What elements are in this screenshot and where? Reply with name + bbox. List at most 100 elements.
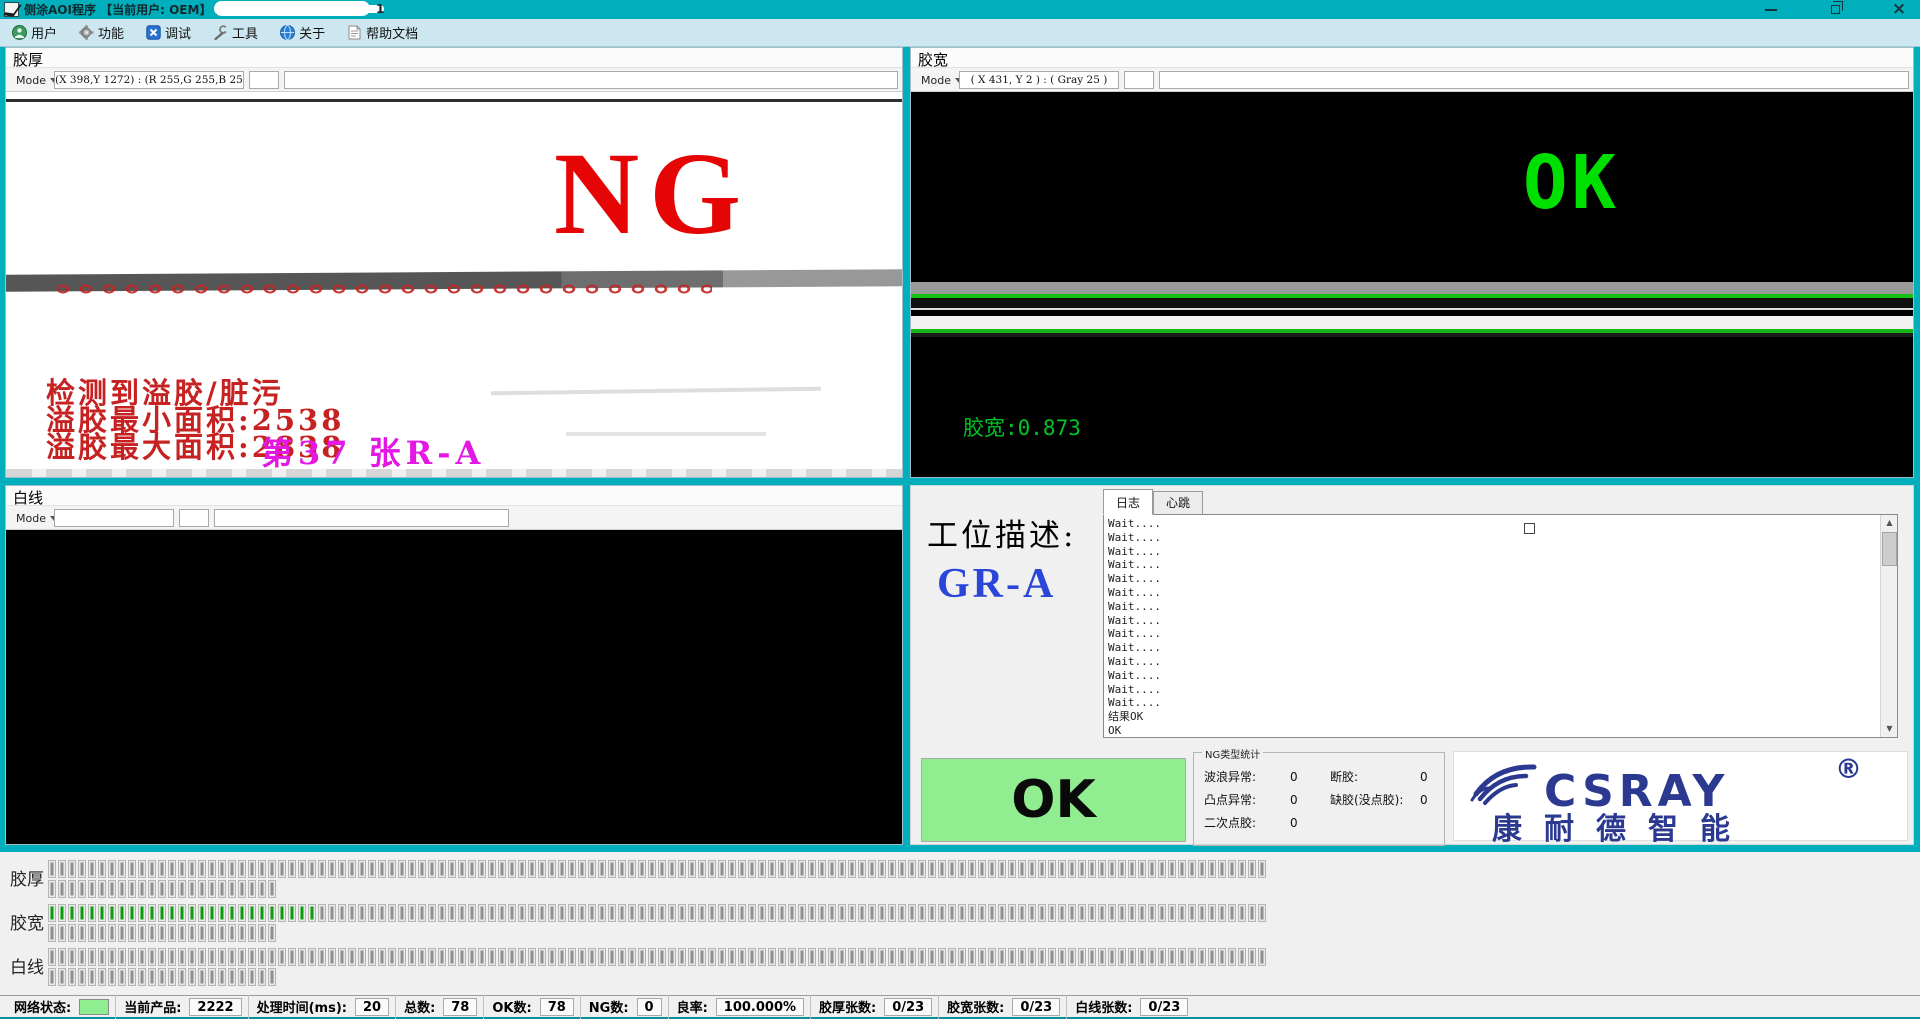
indicator-cell <box>178 860 186 878</box>
indicator-cell <box>358 904 366 922</box>
menu-item-5[interactable]: 关于 <box>276 21 329 44</box>
pixel-coordinate-field: (X 398,Y 1272) : (R 255,G 255,B 255) <box>54 71 244 89</box>
indicator-cell <box>268 860 276 878</box>
status-value: 78 <box>540 998 574 1016</box>
menu-item-4[interactable]: 工具 <box>209 21 262 44</box>
indicator-cell <box>998 948 1006 966</box>
small-field <box>179 509 209 527</box>
tab-log[interactable]: 日志 <box>1103 489 1153 515</box>
status-value: 20 <box>355 998 389 1016</box>
indicator-cell <box>668 904 676 922</box>
indicator-cell <box>58 948 66 966</box>
indicator-cell <box>478 948 486 966</box>
indicator-cell <box>48 904 56 922</box>
debug-icon <box>146 25 161 40</box>
panel-toolbar: Mode (X 398,Y 1272) : (R 255,G 255,B 255… <box>6 68 902 92</box>
indicator-cell <box>218 924 226 942</box>
log-line: Wait.... <box>1108 600 1877 614</box>
indicator-cell <box>908 860 916 878</box>
restore-button[interactable] <box>1820 0 1850 19</box>
ng-stat-label: 波浪异常: <box>1204 768 1290 785</box>
indicator-cell <box>608 860 616 878</box>
indicator-cell <box>1208 860 1216 878</box>
indicator-cell <box>928 948 936 966</box>
indicator-cell <box>1118 948 1126 966</box>
close-button[interactable]: × <box>1884 0 1914 19</box>
indicator-cell <box>648 904 656 922</box>
indicator-cell <box>1208 904 1216 922</box>
indicator-cell <box>238 968 246 986</box>
indicator-cell <box>1168 860 1176 878</box>
minimize-button[interactable] <box>1756 0 1786 19</box>
log-checkbox[interactable] <box>1524 523 1535 534</box>
indicator-cell <box>1188 860 1196 878</box>
indicator-cell <box>1248 904 1256 922</box>
log-scrollbar[interactable]: ▲ ▼ <box>1880 515 1897 737</box>
white-line-image[interactable] <box>6 530 902 844</box>
indicator-cell <box>1038 948 1046 966</box>
indicator-cell <box>148 860 156 878</box>
status-item: 胶宽张数:0/23 <box>938 995 1066 1019</box>
indicator-cell <box>638 860 646 878</box>
indicator-cell <box>268 948 276 966</box>
ng-stat-label: 断胶: <box>1316 768 1420 785</box>
menu-item-2[interactable]: 功能 <box>75 21 128 44</box>
indicator-cell <box>1118 860 1126 878</box>
indicator-cell <box>138 880 146 898</box>
tab-heartbeat[interactable]: 心跳 <box>1153 491 1203 515</box>
indicator-cell <box>1058 904 1066 922</box>
indicator-cell <box>308 904 316 922</box>
indicator-cell <box>518 904 526 922</box>
indicator-cell <box>268 880 276 898</box>
indicator-cell <box>728 860 736 878</box>
indicator-cell <box>158 968 166 986</box>
indicator-cell <box>1038 904 1046 922</box>
status-item: 白线张数:0/23 <box>1066 995 1194 1019</box>
indicator-cell <box>58 904 66 922</box>
indicator-cell <box>408 860 416 878</box>
indicator-cell <box>738 904 746 922</box>
indicator-cell <box>1068 948 1076 966</box>
indicator-cell <box>248 860 256 878</box>
log-line: Wait.... <box>1108 641 1877 655</box>
scrollbar-thumb[interactable] <box>1882 532 1897 566</box>
indicator-cell <box>388 860 396 878</box>
indicator-cell <box>1188 904 1196 922</box>
indicator-cell <box>348 948 356 966</box>
menu-item-3[interactable]: 调试 <box>142 21 195 44</box>
indicator-cell <box>288 904 296 922</box>
menu-item-6[interactable]: 帮助文档 <box>343 21 422 44</box>
menu-item-1[interactable]: 用户 <box>8 21 61 44</box>
indicator-cell <box>1178 904 1186 922</box>
indicator-cell <box>498 860 506 878</box>
glue-width-image[interactable]: OK 胶宽:0.873 <box>911 92 1913 477</box>
indicator-cell <box>58 860 66 878</box>
indicator-cell <box>708 904 716 922</box>
indicator-row <box>48 948 1266 966</box>
indicator-cell <box>428 948 436 966</box>
indicator-cell <box>198 924 206 942</box>
indicator-cell <box>178 880 186 898</box>
indicator-cell <box>798 948 806 966</box>
indicator-cell <box>798 904 806 922</box>
scroll-down-icon[interactable]: ▼ <box>1882 721 1897 737</box>
indicator-cell <box>798 860 806 878</box>
glue-thickness-image[interactable]: NG 检测到溢胶/脏污 溢胶最小面积:2538 溢胶最大面积:2838 第37 … <box>6 92 902 477</box>
frame-indicator-area: 胶厚胶宽白线 <box>0 852 1920 995</box>
indicator-cell <box>878 904 886 922</box>
indicator-cell <box>188 880 196 898</box>
indicator-cell <box>748 904 756 922</box>
indicator-cell <box>528 948 536 966</box>
scroll-up-icon[interactable]: ▲ <box>1882 515 1897 531</box>
indicator-cell <box>288 948 296 966</box>
indicator-cell <box>318 860 326 878</box>
indicator-cell <box>688 948 696 966</box>
indicator-cell <box>198 904 206 922</box>
indicator-cell <box>1058 860 1066 878</box>
indicator-cell <box>148 948 156 966</box>
indicator-cell <box>118 904 126 922</box>
ng-stat-value: 0 <box>1420 793 1440 807</box>
indicator-cell <box>108 948 116 966</box>
indicator-cell <box>468 948 476 966</box>
indicator-cell <box>918 948 926 966</box>
